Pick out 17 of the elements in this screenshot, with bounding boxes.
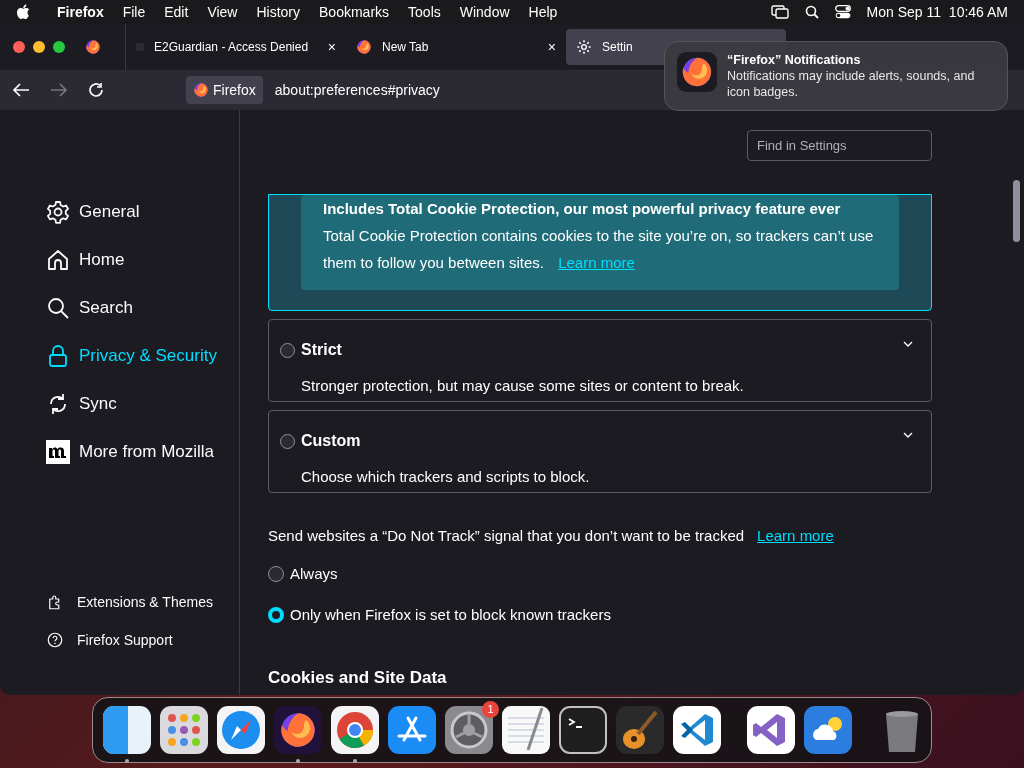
option-description: Stronger protection, but may cause some sites or content to break. bbox=[301, 376, 745, 396]
clock: Mon Sep 11 10:46 AM bbox=[866, 2, 1008, 22]
notification-title: “Firefox” Notifications bbox=[727, 52, 862, 68]
notification-body: Notifications may include alerts, sounds, and icon badges. bbox=[727, 68, 976, 100]
option-title: Custom bbox=[301, 431, 361, 451]
option-description: Choose which trackers and scripts to block. bbox=[301, 467, 591, 487]
option-title: Strict bbox=[301, 340, 342, 360]
radio-label: Only when Firefox is set to block known trackers bbox=[290, 605, 611, 625]
tab-title: New Tab bbox=[382, 39, 430, 56]
info-heading: Includes Total Cookie Protection, our most powerful privacy feature ever bbox=[323, 199, 842, 219]
tab-title: E2Guardian - Access Denied bbox=[154, 39, 310, 56]
do-not-track-text: Send websites a “Do Not Track” signal that you don’t want to be tracked bbox=[268, 526, 745, 546]
notification-badge: 1 bbox=[482, 701, 499, 718]
section-heading: Cookies and Site Data bbox=[268, 666, 448, 689]
tab-title: Settin bbox=[602, 39, 634, 56]
info-text: Total Cookie Protection contains cookies to the site you’re on, so trackers can’t use them to follow you between sites. Learn more bbox=[323, 226, 875, 273]
radio-label: Always bbox=[290, 563, 338, 584]
